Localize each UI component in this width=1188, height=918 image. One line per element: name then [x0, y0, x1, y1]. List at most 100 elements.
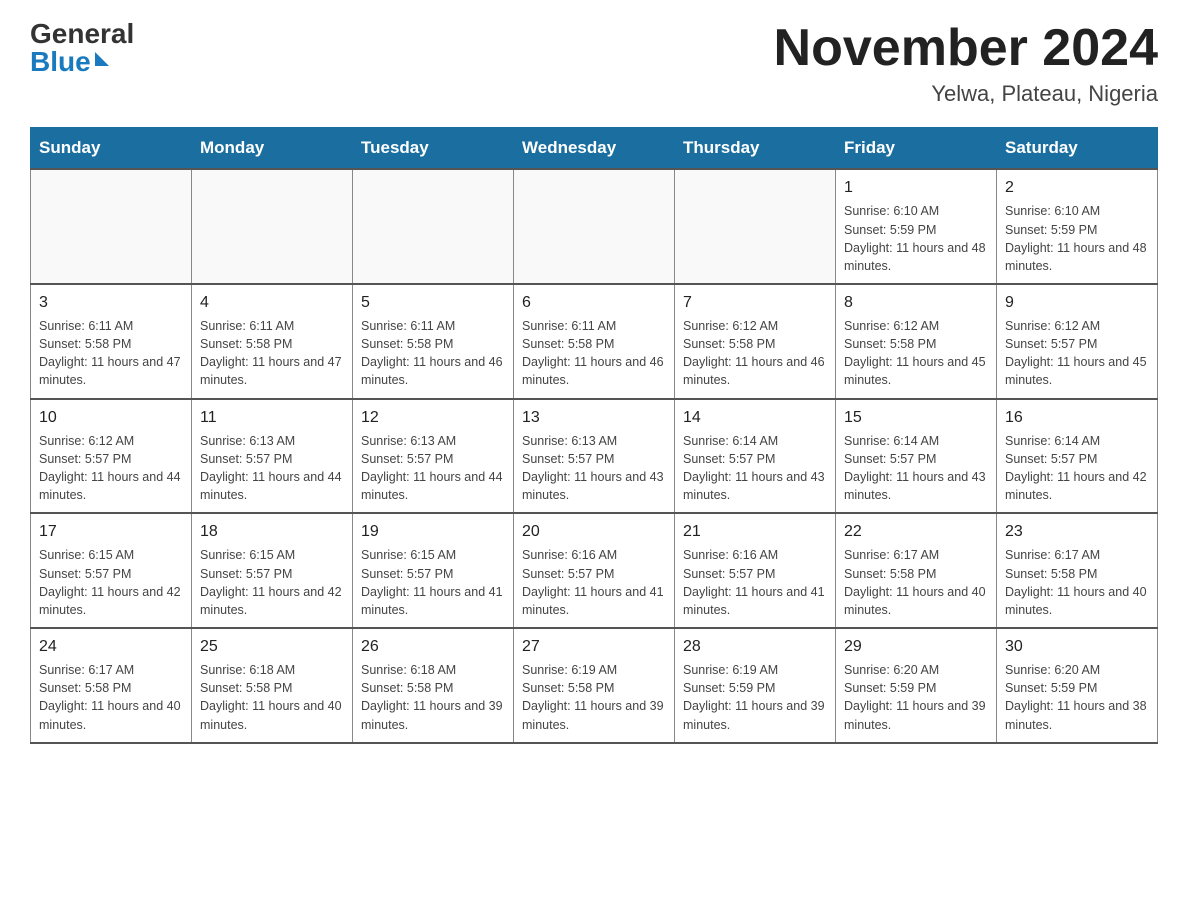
weekday-header-tuesday: Tuesday	[353, 128, 514, 170]
calendar-cell: 11 Sunrise: 6:13 AMSunset: 5:57 PMDayligh…	[192, 399, 353, 514]
day-info: Sunrise: 6:16 AMSunset: 5:57 PMDaylight:…	[522, 548, 664, 616]
day-info: Sunrise: 6:19 AMSunset: 5:58 PMDaylight:…	[522, 663, 664, 731]
calendar-cell: 12 Sunrise: 6:13 AMSunset: 5:57 PMDayligh…	[353, 399, 514, 514]
day-info: Sunrise: 6:11 AMSunset: 5:58 PMDaylight:…	[522, 319, 664, 387]
day-info: Sunrise: 6:20 AMSunset: 5:59 PMDaylight:…	[1005, 663, 1147, 731]
day-number: 8	[844, 291, 988, 314]
calendar-cell: 25 Sunrise: 6:18 AMSunset: 5:58 PMDayligh…	[192, 628, 353, 743]
calendar-cell: 8 Sunrise: 6:12 AMSunset: 5:58 PMDaylight…	[836, 284, 997, 399]
day-info: Sunrise: 6:15 AMSunset: 5:57 PMDaylight:…	[361, 548, 503, 616]
calendar-cell	[31, 169, 192, 284]
day-info: Sunrise: 6:18 AMSunset: 5:58 PMDaylight:…	[200, 663, 342, 731]
weekday-header-saturday: Saturday	[997, 128, 1158, 170]
calendar-week-row: 17Sunrise: 6:15 AMSunset: 5:57 PMDayligh…	[31, 513, 1158, 628]
title-block: November 2024 Yelwa, Plateau, Nigeria	[774, 20, 1158, 107]
day-info: Sunrise: 6:14 AMSunset: 5:57 PMDaylight:…	[683, 434, 825, 502]
day-number: 15	[844, 406, 988, 429]
calendar-cell: 30 Sunrise: 6:20 AMSunset: 5:59 PMDayligh…	[997, 628, 1158, 743]
calendar-cell: 3Sunrise: 6:11 AMSunset: 5:58 PMDaylight…	[31, 284, 192, 399]
calendar-week-row: 10Sunrise: 6:12 AMSunset: 5:57 PMDayligh…	[31, 399, 1158, 514]
logo-general-text: General	[30, 20, 134, 48]
day-info: Sunrise: 6:18 AMSunset: 5:58 PMDaylight:…	[361, 663, 503, 731]
day-number: 12	[361, 406, 505, 429]
day-info: Sunrise: 6:12 AMSunset: 5:57 PMDaylight:…	[39, 434, 181, 502]
calendar-cell: 15 Sunrise: 6:14 AMSunset: 5:57 PMDayligh…	[836, 399, 997, 514]
day-number: 1	[844, 176, 988, 199]
calendar-cell: 21 Sunrise: 6:16 AMSunset: 5:57 PMDayligh…	[675, 513, 836, 628]
day-info: Sunrise: 6:12 AMSunset: 5:57 PMDaylight:…	[1005, 319, 1147, 387]
calendar-cell: 13 Sunrise: 6:13 AMSunset: 5:57 PMDayligh…	[514, 399, 675, 514]
day-number: 23	[1005, 520, 1149, 543]
weekday-header-sunday: Sunday	[31, 128, 192, 170]
calendar-table: SundayMondayTuesdayWednesdayThursdayFrid…	[30, 127, 1158, 743]
day-number: 20	[522, 520, 666, 543]
logo-triangle-icon	[95, 52, 109, 66]
day-number: 16	[1005, 406, 1149, 429]
day-number: 2	[1005, 176, 1149, 199]
day-info: Sunrise: 6:10 AMSunset: 5:59 PMDaylight:…	[1005, 204, 1147, 272]
day-number: 7	[683, 291, 827, 314]
day-number: 9	[1005, 291, 1149, 314]
day-info: Sunrise: 6:10 AMSunset: 5:59 PMDaylight:…	[844, 204, 986, 272]
day-number: 14	[683, 406, 827, 429]
month-title: November 2024	[774, 20, 1158, 77]
day-number: 22	[844, 520, 988, 543]
calendar-cell: 9 Sunrise: 6:12 AMSunset: 5:57 PMDaylight…	[997, 284, 1158, 399]
calendar-cell: 1 Sunrise: 6:10 AMSunset: 5:59 PMDaylight…	[836, 169, 997, 284]
day-info: Sunrise: 6:11 AMSunset: 5:58 PMDaylight:…	[361, 319, 503, 387]
day-number: 5	[361, 291, 505, 314]
calendar-cell	[192, 169, 353, 284]
day-info: Sunrise: 6:14 AMSunset: 5:57 PMDaylight:…	[1005, 434, 1147, 502]
calendar-cell: 24 Sunrise: 6:17 AMSunset: 5:58 PMDayligh…	[31, 628, 192, 743]
calendar-cell	[353, 169, 514, 284]
calendar-cell: 17Sunrise: 6:15 AMSunset: 5:57 PMDayligh…	[31, 513, 192, 628]
day-info: Sunrise: 6:15 AMSunset: 5:57 PMDaylight:…	[39, 548, 181, 616]
day-info: Sunrise: 6:12 AMSunset: 5:58 PMDaylight:…	[844, 319, 986, 387]
day-info: Sunrise: 6:17 AMSunset: 5:58 PMDaylight:…	[1005, 548, 1147, 616]
calendar-cell	[675, 169, 836, 284]
weekday-header-friday: Friday	[836, 128, 997, 170]
day-info: Sunrise: 6:17 AMSunset: 5:58 PMDaylight:…	[844, 548, 986, 616]
day-number: 26	[361, 635, 505, 658]
day-info: Sunrise: 6:14 AMSunset: 5:57 PMDaylight:…	[844, 434, 986, 502]
day-info: Sunrise: 6:16 AMSunset: 5:57 PMDaylight:…	[683, 548, 825, 616]
day-number: 28	[683, 635, 827, 658]
day-info: Sunrise: 6:11 AMSunset: 5:58 PMDaylight:…	[200, 319, 342, 387]
day-number: 18	[200, 520, 344, 543]
day-info: Sunrise: 6:13 AMSunset: 5:57 PMDaylight:…	[522, 434, 664, 502]
day-number: 13	[522, 406, 666, 429]
logo: General Blue	[30, 20, 134, 76]
calendar-week-row: 3Sunrise: 6:11 AMSunset: 5:58 PMDaylight…	[31, 284, 1158, 399]
calendar-cell: 22 Sunrise: 6:17 AMSunset: 5:58 PMDayligh…	[836, 513, 997, 628]
day-number: 25	[200, 635, 344, 658]
day-info: Sunrise: 6:17 AMSunset: 5:58 PMDaylight:…	[39, 663, 181, 731]
day-number: 24	[39, 635, 183, 658]
day-info: Sunrise: 6:20 AMSunset: 5:59 PMDaylight:…	[844, 663, 986, 731]
day-number: 11	[200, 406, 344, 429]
calendar-cell: 20 Sunrise: 6:16 AMSunset: 5:57 PMDayligh…	[514, 513, 675, 628]
calendar-cell: 26 Sunrise: 6:18 AMSunset: 5:58 PMDayligh…	[353, 628, 514, 743]
calendar-cell: 19 Sunrise: 6:15 AMSunset: 5:57 PMDayligh…	[353, 513, 514, 628]
calendar-cell: 5 Sunrise: 6:11 AMSunset: 5:58 PMDaylight…	[353, 284, 514, 399]
day-number: 21	[683, 520, 827, 543]
weekday-header-wednesday: Wednesday	[514, 128, 675, 170]
calendar-cell: 16 Sunrise: 6:14 AMSunset: 5:57 PMDayligh…	[997, 399, 1158, 514]
calendar-cell: 6Sunrise: 6:11 AMSunset: 5:58 PMDaylight…	[514, 284, 675, 399]
day-info: Sunrise: 6:19 AMSunset: 5:59 PMDaylight:…	[683, 663, 825, 731]
day-number: 30	[1005, 635, 1149, 658]
day-info: Sunrise: 6:13 AMSunset: 5:57 PMDaylight:…	[361, 434, 503, 502]
day-number: 27	[522, 635, 666, 658]
calendar-cell: 23 Sunrise: 6:17 AMSunset: 5:58 PMDayligh…	[997, 513, 1158, 628]
day-number: 4	[200, 291, 344, 314]
calendar-cell: 7 Sunrise: 6:12 AMSunset: 5:58 PMDaylight…	[675, 284, 836, 399]
day-info: Sunrise: 6:12 AMSunset: 5:58 PMDaylight:…	[683, 319, 825, 387]
calendar-cell: 28 Sunrise: 6:19 AMSunset: 5:59 PMDayligh…	[675, 628, 836, 743]
day-number: 29	[844, 635, 988, 658]
logo-blue-text: Blue	[30, 48, 109, 76]
calendar-header-row: SundayMondayTuesdayWednesdayThursdayFrid…	[31, 128, 1158, 170]
calendar-cell: 29 Sunrise: 6:20 AMSunset: 5:59 PMDayligh…	[836, 628, 997, 743]
calendar-cell: 2 Sunrise: 6:10 AMSunset: 5:59 PMDaylight…	[997, 169, 1158, 284]
day-info: Sunrise: 6:11 AMSunset: 5:58 PMDaylight:…	[39, 319, 181, 387]
day-number: 19	[361, 520, 505, 543]
day-info: Sunrise: 6:13 AMSunset: 5:57 PMDaylight:…	[200, 434, 342, 502]
